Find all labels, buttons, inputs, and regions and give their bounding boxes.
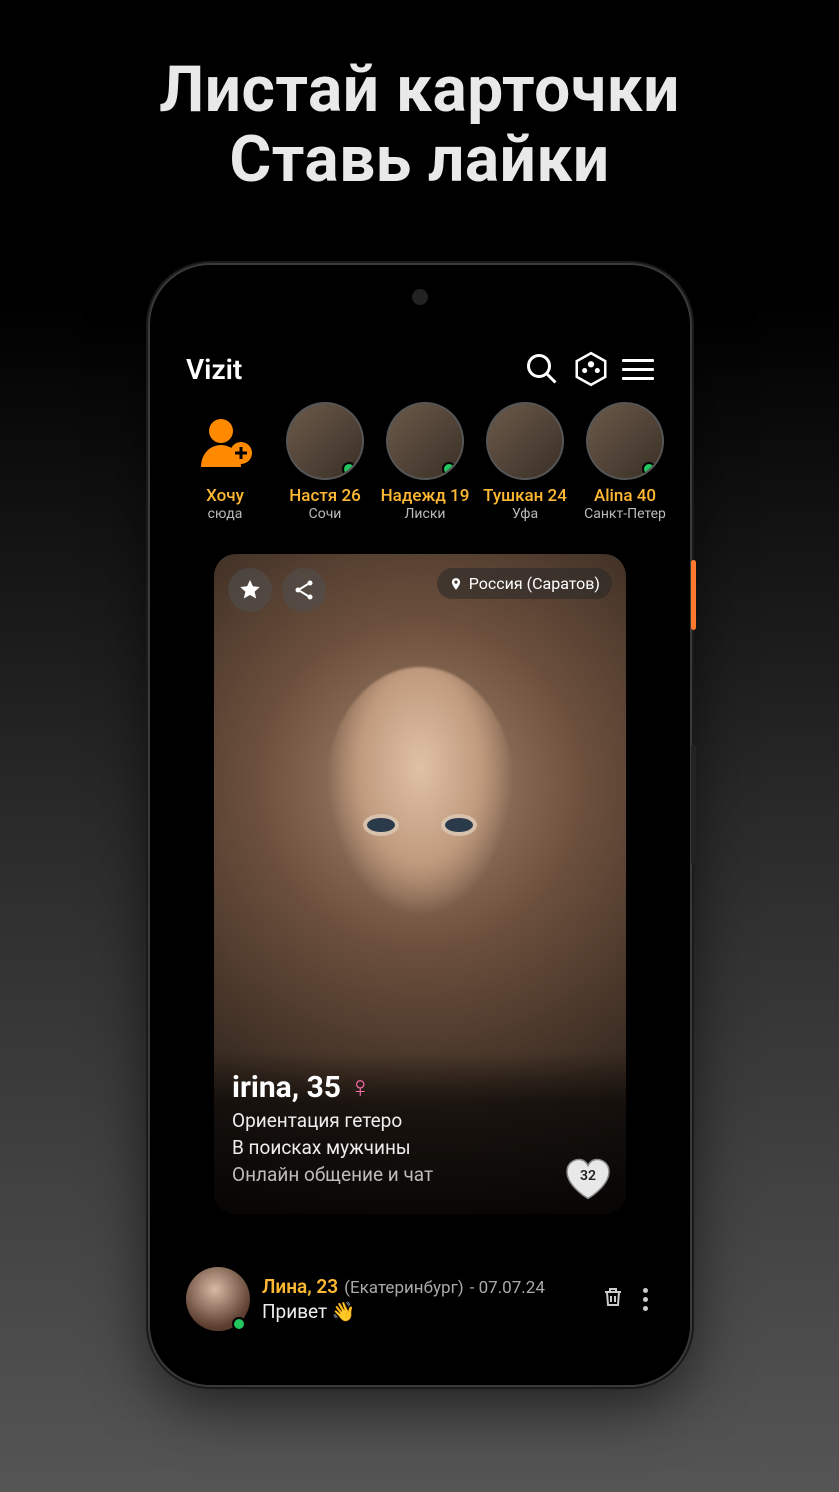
message-text: Привет 👋 xyxy=(262,1300,589,1323)
marketing-line-1: Листай карточки xyxy=(20,55,819,125)
message-row[interactable]: Лина, 23 (Екатеринбург) - 07.07.24 Приве… xyxy=(172,1259,668,1339)
story-item[interactable]: Настя 26 Сочи xyxy=(280,402,370,522)
story-name: Тушкан 24 xyxy=(480,486,570,506)
message-avatar[interactable] xyxy=(186,1267,250,1331)
profile-seeking: В поисках мужчины xyxy=(232,1136,608,1159)
profile-photo xyxy=(325,667,515,917)
community-icon[interactable] xyxy=(572,350,610,388)
message-date: - 07.07.24 xyxy=(470,1278,545,1298)
female-icon: ♀ xyxy=(349,1070,372,1105)
like-button[interactable]: 32 xyxy=(564,1158,612,1200)
story-city: сюда xyxy=(180,506,270,522)
favorite-button[interactable] xyxy=(228,568,272,612)
phone-frame: Vizit xyxy=(150,265,690,1385)
story-city: Уфа xyxy=(480,506,570,522)
story-item[interactable]: Тушкан 24 Уфа xyxy=(480,402,570,522)
profile-card[interactable]: Россия (Саратов) irina, 35 ♀ Ориентация … xyxy=(214,554,626,1214)
pin-icon xyxy=(449,576,463,592)
marketing-headline: Листай карточки Ставь лайки xyxy=(0,0,839,196)
share-button[interactable] xyxy=(282,568,326,612)
search-icon[interactable] xyxy=(524,351,560,387)
story-add[interactable]: Хочу сюда xyxy=(180,402,270,522)
more-icon[interactable] xyxy=(637,1280,654,1319)
phone-power-button xyxy=(691,560,696,630)
message-city: (Екатеринбург) xyxy=(344,1278,464,1298)
profile-interests: Онлайн общение и чат xyxy=(232,1163,608,1186)
profile-name-age: irina, 35 ♀ xyxy=(232,1070,608,1105)
story-name: Настя 26 xyxy=(280,486,370,506)
location-badge: Россия (Саратов) xyxy=(437,568,612,599)
app-title: Vizit xyxy=(186,353,512,386)
menu-icon[interactable] xyxy=(622,359,654,380)
like-count: 32 xyxy=(580,1168,596,1184)
story-city: Санкт-Петер xyxy=(580,506,668,522)
stories-row[interactable]: Хочу сюда Настя 26 Сочи Надежд 19 Лиски … xyxy=(172,398,668,534)
delete-icon[interactable] xyxy=(601,1285,625,1313)
story-name: Хочу xyxy=(180,486,270,506)
story-name: Надежд 19 xyxy=(380,486,470,506)
story-item[interactable]: Alina 40 Санкт-Петер xyxy=(580,402,668,522)
phone-volume-button xyxy=(691,745,696,865)
top-bar: Vizit xyxy=(172,330,668,398)
profile-orientation: Ориентация гетеро xyxy=(232,1109,608,1132)
story-city: Сочи xyxy=(280,506,370,522)
story-name: Alina 40 xyxy=(580,486,668,506)
story-item[interactable]: Надежд 19 Лиски xyxy=(380,402,470,522)
message-name: Лина, 23 xyxy=(262,1275,338,1298)
app-screen: Vizit xyxy=(172,330,668,1355)
story-city: Лиски xyxy=(380,506,470,522)
marketing-line-2: Ставь лайки xyxy=(20,125,819,195)
location-text: Россия (Саратов) xyxy=(469,574,600,593)
